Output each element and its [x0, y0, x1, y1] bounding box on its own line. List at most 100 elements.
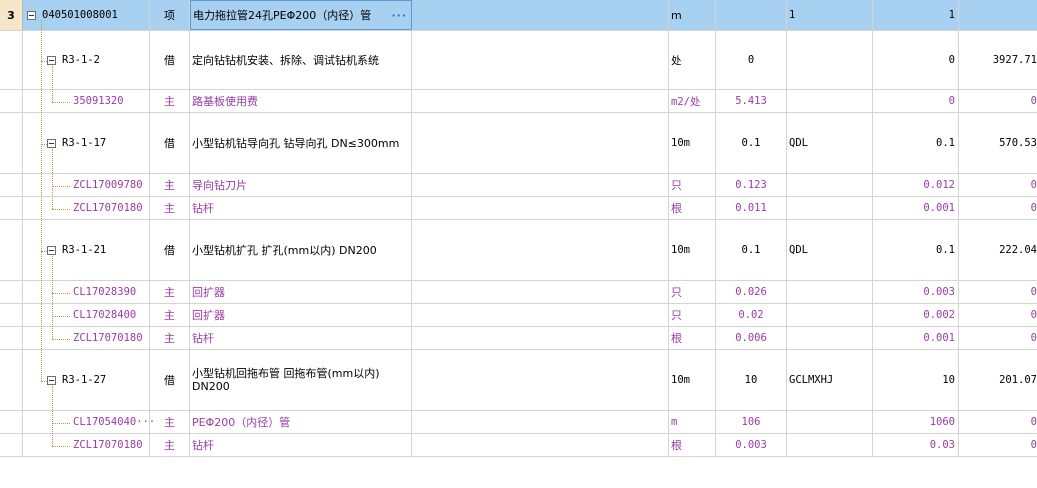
material-row[interactable]: 35091320 主 路基板使用费 m2/处 5.413 0 0 — [0, 90, 1037, 113]
price-cell[interactable]: 0 — [959, 281, 1037, 303]
blank-cell[interactable] — [412, 0, 669, 30]
name-cell-editing[interactable]: 电力拖拉管24孔PEΦ200（内径）管 ··· — [190, 0, 412, 30]
code2-cell[interactable] — [787, 174, 873, 196]
qty-cell[interactable]: 0.026 — [716, 281, 787, 303]
unit-cell[interactable]: 根 — [669, 197, 716, 219]
name-cell[interactable]: 钻杆 — [190, 327, 412, 349]
code-cell[interactable]: ZCL17009780 — [23, 174, 150, 196]
quota-row[interactable]: R3-1-27 借 小型钻机回拖布管 回拖布管(mm以内) DN200 10m 10 GC… — [0, 350, 1037, 411]
amount-cell[interactable]: 1060 — [873, 411, 959, 433]
type-cell[interactable]: 项 — [150, 0, 190, 30]
unit-cell[interactable]: 只 — [669, 281, 716, 303]
row-index[interactable] — [0, 411, 23, 433]
amount-cell[interactable]: 0.001 — [873, 197, 959, 219]
blank-cell[interactable] — [412, 174, 669, 196]
price-cell[interactable]: 0 — [959, 434, 1037, 456]
blank-cell[interactable] — [412, 113, 669, 173]
price-cell[interactable]: 570.53 — [959, 113, 1037, 173]
blank-cell[interactable] — [412, 327, 669, 349]
row-index[interactable] — [0, 304, 23, 326]
qty-cell[interactable]: 0.1 — [716, 113, 787, 173]
amount-cell[interactable]: 0.1 — [873, 220, 959, 280]
code-cell[interactable]: ZCL17070180 — [23, 327, 150, 349]
row-index[interactable] — [0, 434, 23, 456]
row-index[interactable] — [0, 90, 23, 112]
row-index[interactable] — [0, 113, 23, 173]
row-index[interactable] — [0, 31, 23, 89]
price-cell[interactable]: 201.07 — [959, 350, 1037, 410]
code-cell[interactable]: 040501008001 — [23, 0, 150, 30]
code-cell[interactable]: CL17054040··· — [23, 411, 155, 433]
amount-cell[interactable]: 0 — [873, 31, 959, 89]
name-cell[interactable]: 回扩器 — [190, 304, 412, 326]
material-row[interactable]: CL17028390 主 回扩器 只 0.026 0.003 0 — [0, 281, 1037, 304]
unit-cell[interactable]: m — [669, 0, 716, 30]
unit-cell[interactable]: m — [669, 411, 716, 433]
code-cell[interactable]: R3-1-21 — [23, 220, 150, 280]
blank-cell[interactable] — [412, 90, 669, 112]
unit-cell[interactable]: 处 — [669, 31, 716, 89]
more-options-button[interactable]: ··· — [391, 9, 407, 22]
code2-cell[interactable] — [787, 197, 873, 219]
collapse-icon[interactable] — [47, 55, 56, 65]
price-cell[interactable]: 0 — [959, 304, 1037, 326]
qty-cell[interactable] — [716, 0, 787, 30]
name-cell[interactable]: 钻杆 — [190, 434, 412, 456]
unit-cell[interactable]: m2/处 — [669, 90, 716, 112]
amount-cell[interactable]: 0.002 — [873, 304, 959, 326]
type-cell[interactable]: 借 — [150, 220, 190, 280]
material-row[interactable]: CL17054040··· 主 PEΦ200（内径）管 m 106 1060 0 — [0, 411, 1037, 434]
unit-cell[interactable]: 10m — [669, 350, 716, 410]
type-cell[interactable]: 主 — [150, 197, 190, 219]
code2-cell[interactable] — [787, 31, 873, 89]
blank-cell[interactable] — [412, 197, 669, 219]
name-cell[interactable]: 回扩器 — [190, 281, 412, 303]
material-row[interactable]: ZCL17070180 主 钻杆 根 0.011 0.001 0 — [0, 197, 1037, 220]
code2-cell[interactable] — [787, 90, 873, 112]
type-cell[interactable]: 借 — [150, 350, 190, 410]
code2-cell[interactable] — [787, 327, 873, 349]
blank-cell[interactable] — [412, 434, 669, 456]
code2-cell[interactable]: GCLMXHJ — [787, 350, 873, 410]
code-cell[interactable]: R3-1-27 — [23, 350, 150, 410]
unit-cell[interactable]: 10m — [669, 113, 716, 173]
qty-cell[interactable]: 0.123 — [716, 174, 787, 196]
row-index[interactable]: 3 — [0, 0, 23, 30]
name-cell[interactable]: 定向钻钻机安装、拆除、调试钻机系统 — [190, 31, 412, 89]
row-index[interactable] — [0, 220, 23, 280]
price-cell[interactable]: 0 — [959, 411, 1037, 433]
code-cell[interactable]: R3-1-2 — [23, 31, 150, 89]
code-cell[interactable]: ZCL17070180 — [23, 197, 150, 219]
code2-cell[interactable]: QDL — [787, 220, 873, 280]
blank-cell[interactable] — [412, 31, 669, 89]
qty-cell[interactable]: 5.413 — [716, 90, 787, 112]
material-row[interactable]: CL17028400 主 回扩器 只 0.02 0.002 0 — [0, 304, 1037, 327]
row-index[interactable] — [0, 281, 23, 303]
type-cell[interactable]: 主 — [150, 411, 190, 433]
qty-cell[interactable]: 0.003 — [716, 434, 787, 456]
table-row-selected[interactable]: 3 040501008001 项 电力拖拉管24孔PEΦ200（内径）管 ···… — [0, 0, 1037, 31]
row-index[interactable] — [0, 327, 23, 349]
qty-cell[interactable]: 10 — [716, 350, 787, 410]
quota-row[interactable]: R3-1-2 借 定向钻钻机安装、拆除、调试钻机系统 处 0 0 3927.71 — [0, 31, 1037, 90]
name-cell[interactable]: 导向钻刀片 — [190, 174, 412, 196]
unit-cell[interactable]: 只 — [669, 174, 716, 196]
amount-cell[interactable]: 0.012 — [873, 174, 959, 196]
code-cell[interactable]: ZCL17070180 — [23, 434, 150, 456]
code-cell[interactable]: CL17028400 — [23, 304, 150, 326]
price-cell[interactable]: 0 — [959, 327, 1037, 349]
collapse-icon[interactable] — [47, 138, 56, 148]
code-cell[interactable]: R3-1-17 — [23, 113, 150, 173]
amount-cell[interactable]: 0 — [873, 90, 959, 112]
amount-cell[interactable]: 0.003 — [873, 281, 959, 303]
blank-cell[interactable] — [412, 220, 669, 280]
amount-cell[interactable]: 10 — [873, 350, 959, 410]
qty-cell[interactable]: 0.006 — [716, 327, 787, 349]
amount-cell[interactable]: 1 — [873, 0, 959, 30]
row-index[interactable] — [0, 350, 23, 410]
qty-cell[interactable]: 0 — [716, 31, 787, 89]
material-row[interactable]: ZCL17070180 主 钻杆 根 0.006 0.001 0 — [0, 327, 1037, 350]
price-cell[interactable] — [959, 0, 1037, 30]
row-index[interactable] — [0, 174, 23, 196]
name-cell[interactable]: PEΦ200（内径）管 — [190, 411, 412, 433]
